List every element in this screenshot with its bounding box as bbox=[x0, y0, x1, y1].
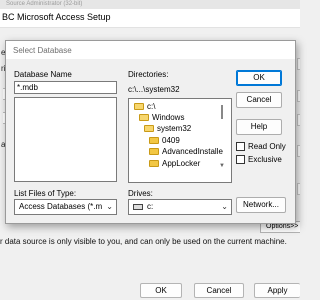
select-database-dialog: Select Database Database Name *.mdb Dire… bbox=[5, 40, 296, 224]
folder-icon bbox=[149, 160, 159, 167]
background-window-title: BC Microsoft Access Setup bbox=[2, 12, 111, 22]
directory-item[interactable]: AppLocker bbox=[149, 159, 200, 168]
background-ok-button[interactable]: OK bbox=[140, 283, 182, 298]
background-cancel-button[interactable]: Cancel bbox=[194, 283, 244, 298]
chevron-down-icon: ⌄ bbox=[221, 202, 228, 211]
scrollbar-thumb[interactable] bbox=[221, 105, 223, 119]
scroll-down-arrow-icon[interactable]: ▼ bbox=[219, 163, 225, 169]
help-button[interactable]: Help bbox=[236, 119, 282, 135]
directory-scrollbar[interactable]: ▼ bbox=[219, 105, 225, 169]
background-apply-button[interactable]: Apply bbox=[254, 283, 300, 298]
open-folder-icon bbox=[134, 103, 144, 110]
background-note-text: r data source is only visible to you, an… bbox=[0, 237, 287, 246]
background-top-strip: Source Administrator (32-bit) bbox=[0, 0, 300, 9]
dialog-titlebar: Select Database bbox=[6, 41, 295, 59]
background-titlebar: BC Microsoft Access Setup bbox=[0, 9, 300, 28]
dialog-title: Select Database bbox=[13, 46, 72, 55]
drives-label: Drives: bbox=[128, 189, 153, 198]
background-field-edge bbox=[297, 114, 300, 126]
checkbox-box[interactable] bbox=[236, 155, 245, 164]
exclusive-checkbox[interactable]: Exclusive bbox=[236, 155, 282, 164]
directories-label: Directories: bbox=[128, 70, 169, 79]
database-name-label: Database Name bbox=[14, 70, 72, 79]
database-name-input[interactable]: *.mdb bbox=[14, 81, 117, 94]
cancel-button[interactable]: Cancel bbox=[236, 92, 282, 108]
file-type-select[interactable]: Access Databases (*.m ⌄ bbox=[14, 199, 117, 215]
background-field-edge bbox=[297, 58, 300, 70]
directory-item-selected[interactable]: system32 bbox=[144, 124, 191, 133]
background-field-edge bbox=[297, 90, 300, 102]
checkbox-box[interactable] bbox=[236, 142, 245, 151]
background-field-edge bbox=[297, 183, 300, 195]
directory-item[interactable]: 0409 bbox=[149, 136, 180, 145]
directory-item[interactable]: AdvancedInstalle bbox=[149, 147, 223, 156]
open-folder-icon bbox=[144, 125, 154, 132]
open-folder-icon bbox=[139, 114, 149, 121]
current-path-label: c:\...\system32 bbox=[128, 85, 180, 94]
folder-icon bbox=[149, 148, 159, 155]
directory-item[interactable]: Windows bbox=[139, 113, 184, 122]
list-files-type-label: List Files of Type: bbox=[14, 189, 77, 198]
ok-button[interactable]: OK bbox=[236, 70, 282, 86]
drive-select[interactable]: c: ⌄ bbox=[128, 199, 232, 215]
drive-icon bbox=[133, 204, 143, 210]
directory-item[interactable]: c:\ bbox=[134, 102, 155, 111]
database-file-list[interactable] bbox=[14, 97, 117, 182]
read-only-checkbox[interactable]: Read Only bbox=[236, 142, 286, 151]
folder-icon bbox=[149, 137, 159, 144]
chevron-down-icon: ⌄ bbox=[106, 202, 113, 211]
network-button[interactable]: Network... bbox=[236, 197, 286, 213]
background-field-edge bbox=[297, 145, 300, 157]
